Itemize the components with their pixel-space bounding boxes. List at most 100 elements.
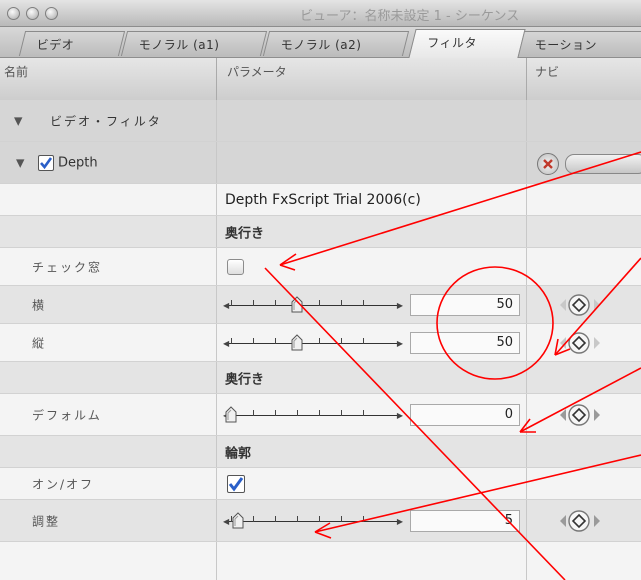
slider-tick <box>275 409 276 416</box>
keyframe-navigator[interactable] <box>557 509 627 533</box>
empty-row <box>0 542 641 580</box>
slider-tick <box>319 299 320 306</box>
param-deform-row: デフォルム ◀▶ 0 <box>0 394 641 436</box>
slider-track <box>229 342 397 344</box>
adjust-slider[interactable]: ◀ ▶ <box>223 511 403 530</box>
param-check-window-row: チェック窓 <box>0 248 641 286</box>
column-header: 名前 パラメータ ナビ <box>0 58 641 101</box>
video-filters-label: ビデオ・フィルタ <box>50 114 162 128</box>
slider-right-arrow-icon: ▶ <box>396 516 403 526</box>
next-keyframe-icon <box>594 336 600 349</box>
deform-slider[interactable]: ◀▶ <box>223 405 403 424</box>
vertical-value-field[interactable]: 50 <box>410 331 520 354</box>
filter-name: Depth <box>58 155 98 170</box>
slider-tick <box>363 337 364 344</box>
tab-mono-a1[interactable]: モノラル (a1) <box>120 31 268 56</box>
slider-thumb-icon <box>291 295 303 312</box>
slider-thumb-icon <box>225 405 237 422</box>
next-keyframe-icon <box>594 514 600 527</box>
prev-keyframe-icon <box>560 408 566 421</box>
depth-filter-row: ▼ Depth <box>0 142 641 184</box>
vertical-slider[interactable]: ◀ ▶ <box>223 333 403 352</box>
disclosure-triangle-icon[interactable]: ▼ <box>14 114 22 127</box>
slider-tick <box>275 337 276 344</box>
param-vertical-row: 縦 ◀ ▶ 50 <box>0 324 641 362</box>
slider-right-arrow-icon: ▶ <box>396 300 403 310</box>
window-title: ビューア：名称未設定 1 - シーケンス <box>300 9 520 24</box>
disclosure-triangle-icon[interactable]: ▼ <box>16 156 24 169</box>
slider-track <box>229 304 397 306</box>
section-outline-row: 輪郭 <box>0 436 641 468</box>
slider-tick <box>297 409 298 416</box>
tab-filters[interactable]: フィルタ <box>408 29 526 58</box>
tab-video[interactable]: ビデオ <box>18 31 126 56</box>
column-nav[interactable]: ナビ <box>527 58 641 100</box>
column-params[interactable]: パラメータ <box>217 58 527 100</box>
filter-menu-button[interactable] <box>565 154 641 174</box>
prev-keyframe-icon <box>560 298 566 311</box>
param-label: デフォルム <box>32 408 102 422</box>
checkmark-icon <box>40 157 53 170</box>
slider-tick <box>253 409 254 416</box>
credit-text: Depth FxScript Trial 2006(c) <box>225 191 421 208</box>
slider-tick <box>253 515 254 522</box>
video-filters-row: ▼ ビデオ・フィルタ <box>0 100 641 142</box>
section-depth2-row: 奥行き <box>0 362 641 394</box>
close-x-icon <box>543 159 553 169</box>
slider-tick <box>319 337 320 344</box>
slider-tick <box>363 299 364 306</box>
horizontal-value-field[interactable]: 50 <box>410 293 520 316</box>
zoom-window-button[interactable] <box>45 7 58 20</box>
slider-tick <box>231 299 232 306</box>
slider-tick <box>275 299 276 306</box>
param-horizontal-row: 横 ◀ ▶ 50 <box>0 286 641 324</box>
slider-tick <box>319 409 320 416</box>
checkmark-icon <box>228 477 244 492</box>
minimize-window-button[interactable] <box>26 7 39 20</box>
slider-tick <box>341 515 342 522</box>
onoff-checkbox[interactable] <box>227 475 245 493</box>
param-onoff-row: オン/オフ <box>0 468 641 500</box>
close-window-button[interactable] <box>7 7 20 20</box>
slider-tick <box>253 337 254 344</box>
slider-tick <box>231 337 232 344</box>
keyframe-navigator[interactable] <box>557 331 627 355</box>
keyframe-navigator[interactable] <box>557 403 627 427</box>
param-label: 調整 <box>32 514 61 528</box>
tab-motion[interactable]: モーション <box>516 31 641 56</box>
horizontal-slider[interactable]: ◀ ▶ <box>223 295 403 314</box>
param-label: 横 <box>32 298 47 312</box>
window-titlebar: ビューア：名称未設定 1 - シーケンス <box>0 0 641 27</box>
slider-tick <box>275 515 276 522</box>
param-adjust-row: 調整 ◀ ▶ 5 <box>0 500 641 542</box>
slider-tick <box>341 409 342 416</box>
slider-thumb-icon <box>232 511 244 528</box>
slider-tick <box>297 515 298 522</box>
credit-row: Depth FxScript Trial 2006(c) <box>0 184 641 216</box>
slider-track <box>229 414 397 416</box>
tab-bar: ビデオ モノラル (a1) モノラル (a2) モーション フィルタ <box>0 27 641 58</box>
filter-enable-checkbox[interactable] <box>38 155 54 171</box>
slider-tick <box>363 515 364 522</box>
prev-keyframe-icon <box>560 514 566 527</box>
param-label: オン/オフ <box>32 477 95 491</box>
check-window-checkbox[interactable] <box>227 258 244 275</box>
column-name[interactable]: 名前 <box>0 58 217 100</box>
slider-right-arrow-icon: ▶ <box>396 410 403 420</box>
deform-value-field[interactable]: 0 <box>410 403 520 426</box>
param-label: 縦 <box>32 336 47 350</box>
adjust-value-field[interactable]: 5 <box>410 509 520 532</box>
tab-mono-a2[interactable]: モノラル (a2) <box>262 31 410 56</box>
slider-tick <box>341 337 342 344</box>
section-depth-row: 奥行き <box>0 216 641 248</box>
slider-tick <box>363 409 364 416</box>
next-keyframe-icon <box>594 408 600 421</box>
next-keyframe-icon <box>594 298 600 311</box>
param-label: チェック窓 <box>32 260 103 274</box>
slider-tick <box>341 299 342 306</box>
reset-button[interactable] <box>537 153 559 175</box>
keyframe-navigator[interactable] <box>557 293 627 317</box>
prev-keyframe-icon <box>560 336 566 349</box>
slider-right-arrow-icon: ▶ <box>396 338 403 348</box>
slider-tick <box>319 515 320 522</box>
